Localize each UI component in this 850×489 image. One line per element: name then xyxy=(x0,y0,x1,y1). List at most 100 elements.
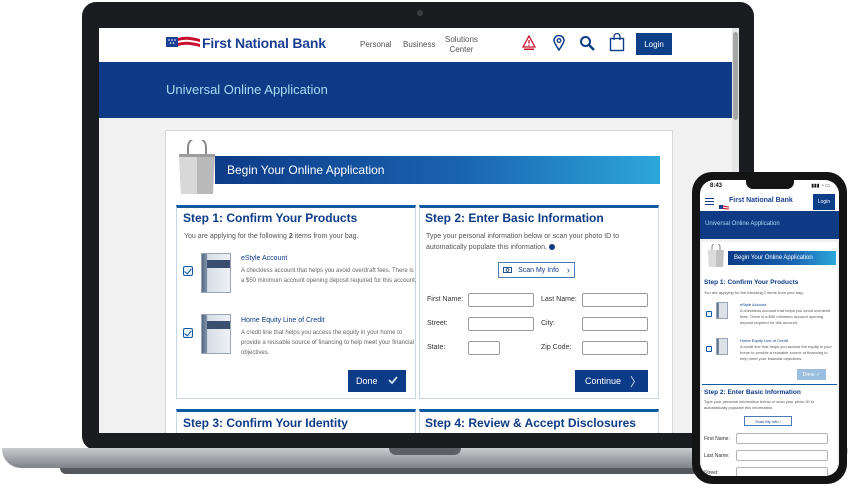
alert-icon[interactable] xyxy=(521,34,537,56)
phone-page-title: Universal Online Application xyxy=(705,221,780,227)
heloc-title: Home Equity Line of Credit xyxy=(241,317,325,324)
done-button-label: Done xyxy=(356,376,378,386)
zip-code-label: Zip Code: xyxy=(541,344,572,351)
phone-step-1-title: Step 1: Confirm Your Products xyxy=(704,279,799,286)
info-icon[interactable] xyxy=(549,244,556,251)
first-name-label: First Name: xyxy=(427,296,464,303)
brochure-band xyxy=(207,260,230,268)
nav-personal[interactable]: Personal xyxy=(360,40,392,50)
first-name-input[interactable] xyxy=(468,293,534,307)
shopping-bag-icon[interactable] xyxy=(609,32,625,57)
phone-scan-button[interactable]: Scan My Info › xyxy=(744,416,792,426)
phone-screen: 8:43 ▮▮▮ ◔ ▭ First National Bank Login U… xyxy=(700,180,839,476)
laptop-foot xyxy=(60,468,790,474)
city-input[interactable] xyxy=(582,317,648,331)
search-icon[interactable] xyxy=(579,35,595,56)
phone-estyle-brochure-icon xyxy=(716,302,728,319)
phone-login-button[interactable]: Login xyxy=(813,194,835,210)
continue-button[interactable]: Continue 〉 xyxy=(575,370,648,392)
phone-heloc-checkbox[interactable] xyxy=(706,346,712,352)
phone-step-2-title: Step 2: Enter Basic Information xyxy=(704,389,801,396)
phone-begin-title: Begin Your Online Application xyxy=(734,255,813,261)
chevron-right-icon: 〉 xyxy=(629,375,642,389)
step-2-intro-text: Type your personal information below or … xyxy=(426,233,619,251)
scrollbar-thumb[interactable] xyxy=(733,32,738,120)
street-input[interactable] xyxy=(468,317,534,331)
brochure-band xyxy=(207,321,230,329)
laptop-screen: First National Bank Personal Business So… xyxy=(99,28,739,433)
location-pin-icon[interactable] xyxy=(553,34,565,56)
phone-estyle-description: A checkless account that helps you avoid… xyxy=(740,308,830,325)
step-4-title: Step 4: Review & Accept Disclosures xyxy=(425,416,636,430)
begin-application-header: Begin Your Online Application xyxy=(215,156,660,184)
login-button[interactable]: Login xyxy=(636,33,672,55)
last-name-label: Last Name: xyxy=(541,296,577,303)
street-label: Street: xyxy=(427,320,448,327)
phone-notch xyxy=(746,180,794,189)
phone-heloc-brochure-icon xyxy=(716,338,728,355)
phone-begin-header: Begin Your Online Application xyxy=(728,251,836,265)
phone-status-icons: ▮▮▮ ◔ ▭ xyxy=(811,183,830,189)
estyle-account-checkbox[interactable] xyxy=(183,266,193,276)
heloc-description: A credit line that helps you access the … xyxy=(241,330,415,356)
step-2-title: Step 2: Enter Basic Information xyxy=(425,211,604,225)
done-button[interactable]: Done xyxy=(348,370,406,392)
brand-name: First National Bank xyxy=(202,35,326,51)
estyle-account-title: eStyle Account xyxy=(241,255,288,262)
phone-nav: First National Bank Login xyxy=(700,193,839,211)
nav-business[interactable]: Business xyxy=(403,40,435,50)
state-label: State: xyxy=(427,344,446,351)
phone-first-name-label: First Name: xyxy=(704,436,730,442)
phone-heloc-description: A credit line that helps you access the … xyxy=(740,344,832,361)
phone-divider xyxy=(702,384,837,385)
phone-heloc-title: Home Equity Line of Credit xyxy=(740,338,788,343)
step-2-intro: Type your personal information below or … xyxy=(426,231,641,253)
phone-banner: Universal Online Application xyxy=(700,211,839,239)
brand-logo[interactable]: First National Bank xyxy=(166,35,326,51)
zip-code-input[interactable] xyxy=(582,341,648,355)
shopping-bag-illustration-icon xyxy=(175,137,219,201)
phone-first-name-input[interactable] xyxy=(736,433,828,444)
phone-last-name-label: Last Name: xyxy=(704,453,730,459)
laptop-hinge-notch xyxy=(389,448,461,455)
city-label: City: xyxy=(541,320,555,327)
phone-step-1-intro: You are applying for the following 2 ite… xyxy=(704,290,804,295)
phone-street-label: Street: xyxy=(704,470,719,476)
device-mockup: First National Bank Personal Business So… xyxy=(0,0,850,489)
phone-done-label: Done xyxy=(802,371,815,378)
phone-scan-label: Scan My Info xyxy=(755,418,779,424)
state-input[interactable] xyxy=(468,341,500,355)
estyle-account-description: A checkless account that helps you avoid… xyxy=(241,268,417,284)
top-nav: First National Bank Personal Business So… xyxy=(99,28,732,62)
step-1-intro-suffix: items from your bag. xyxy=(292,233,359,240)
chevron-right-icon: › xyxy=(779,418,781,424)
check-icon: ✓ xyxy=(816,371,821,378)
heloc-brochure-icon xyxy=(201,314,231,354)
last-name-input[interactable] xyxy=(582,293,648,307)
chevron-right-icon: › xyxy=(566,265,570,275)
scan-my-info-label: Scan My Info xyxy=(518,266,559,274)
hamburger-menu-icon[interactable] xyxy=(705,198,714,205)
step-1-title: Step 1: Confirm Your Products xyxy=(183,211,358,225)
phone-step-2-intro: Type your personal information below or … xyxy=(704,399,815,410)
check-icon xyxy=(387,374,399,388)
phone-last-name-input[interactable] xyxy=(736,450,828,461)
phone-street-input[interactable] xyxy=(736,467,828,476)
nav-solutions-center[interactable]: Solutions Center xyxy=(445,35,478,55)
phone-estyle-checkbox[interactable] xyxy=(706,311,712,317)
step-1-intro: You are applying for the following 2 ite… xyxy=(184,231,358,242)
phone-estyle-title: eStyle Account xyxy=(740,302,767,307)
estyle-account-brochure-icon xyxy=(201,253,231,293)
heloc-checkbox[interactable] xyxy=(183,328,193,338)
scan-my-info-button[interactable]: Scan My Info › xyxy=(498,262,575,278)
camera-icon xyxy=(503,266,513,275)
page-banner: Universal Online Application xyxy=(99,62,732,118)
step-3-title: Step 3: Confirm Your Identity xyxy=(183,416,348,430)
phone-shopping-bag-illustration-icon xyxy=(706,242,726,273)
laptop-camera xyxy=(417,10,423,16)
continue-button-label: Continue xyxy=(585,376,622,386)
page-title: Universal Online Application xyxy=(166,82,328,97)
phone-brand-name[interactable]: First National Bank xyxy=(729,197,793,204)
flag-logo-icon xyxy=(166,35,200,51)
phone-done-button[interactable]: Done ✓ xyxy=(797,369,826,380)
